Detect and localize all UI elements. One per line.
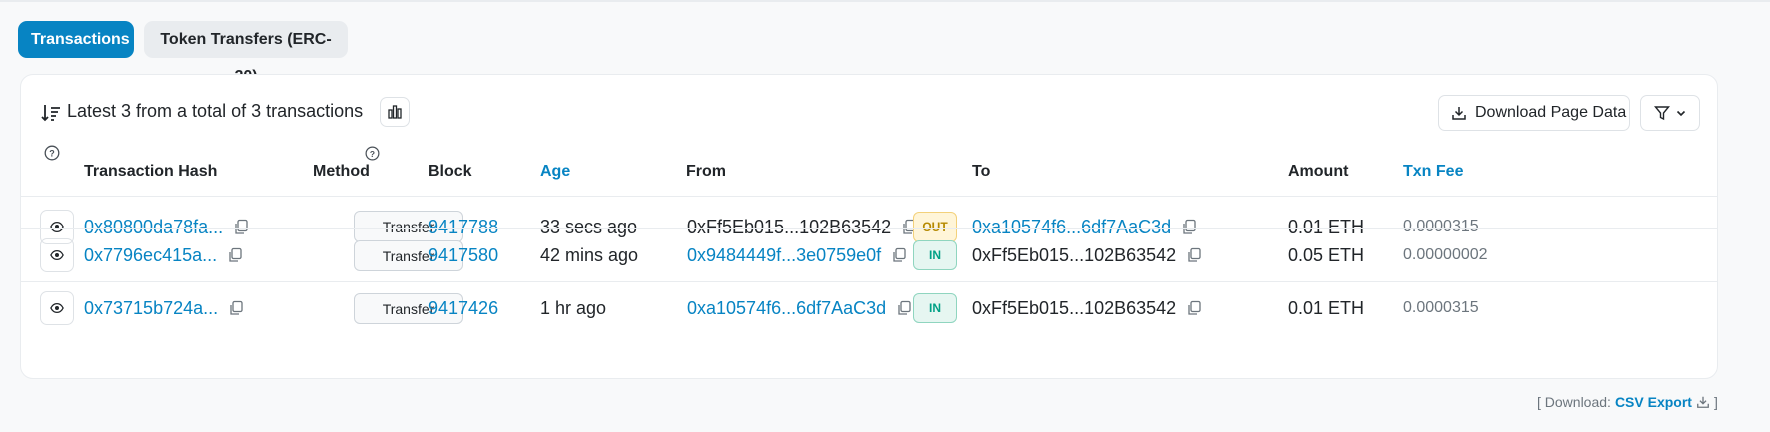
copy-icon[interactable] [227, 247, 243, 263]
transactions-summary: Latest 3 from a total of 3 transactions [67, 101, 364, 121]
card-header: Latest 3 from a total of 3 transactions … [21, 75, 1717, 155]
age-text: 1 hr ago [540, 297, 607, 318]
tab-token-transfers[interactable]: Token Transfers (ERC-20) [144, 21, 348, 85]
amount-text: 0.05 ETH [1288, 244, 1365, 265]
copy-icon[interactable] [1186, 247, 1202, 263]
amount-text: 0.01 ETH [1288, 297, 1365, 318]
table-row: 0x73715b724a... Transfer 9417426 1 hr ag… [20, 282, 1718, 334]
svg-text:?: ? [49, 149, 55, 159]
eye-icon [50, 249, 64, 261]
eye-icon [50, 302, 64, 314]
transaction-hash-link[interactable]: 0x73715b724a... [84, 298, 218, 319]
to-address: 0xFf5Eb015...102B63542 [972, 244, 1177, 265]
filter-icon [1654, 106, 1670, 121]
csv-export-link[interactable]: CSV Export [1615, 394, 1692, 410]
from-address-link[interactable]: 0xa10574f6...6df7AaC3d [687, 298, 886, 319]
bar-chart-icon [388, 105, 402, 119]
column-header-to: To [972, 163, 991, 180]
column-header-fee[interactable]: Txn Fee [1403, 163, 1463, 181]
fee-text: 0.00000002 [1403, 246, 1488, 263]
help-circle-icon[interactable]: ? [44, 145, 60, 161]
column-header-amount: Amount [1288, 163, 1349, 180]
filter-button[interactable] [1640, 95, 1700, 131]
footer-prefix: [ Download: [1537, 394, 1611, 410]
transaction-hash-link[interactable]: 0x7796ec415a... [84, 245, 217, 266]
to-address: 0xFf5Eb015...102B63542 [972, 297, 1177, 318]
view-details-button[interactable] [40, 291, 74, 325]
analytics-button[interactable] [380, 97, 410, 127]
from-address-link[interactable]: 0x9484449f...3e0759e0f [687, 245, 881, 266]
fee-text: 0.0000315 [1403, 299, 1479, 316]
sort-descending-icon[interactable] [40, 102, 62, 124]
footer-suffix: ] [1713, 394, 1718, 410]
download-label: Download Page Data [1475, 104, 1627, 121]
tab-bar: Transactions Token Transfers (ERC-20) [18, 21, 348, 85]
column-header-method: Method [313, 163, 370, 180]
view-details-button[interactable] [40, 238, 74, 272]
copy-icon[interactable] [228, 300, 244, 316]
table-row: 0x7796ec415a... Transfer 9417580 42 mins… [20, 229, 1718, 281]
block-link[interactable]: 9417580 [428, 245, 498, 266]
age-text: 42 mins ago [540, 244, 639, 265]
column-header-age[interactable]: Age [540, 163, 570, 181]
copy-icon[interactable] [891, 247, 907, 263]
method-info-icon[interactable]: ? [365, 146, 380, 161]
download-icon [1452, 107, 1466, 120]
chevron-down-icon [1676, 110, 1686, 117]
column-header-block: Block [428, 163, 472, 180]
direction-badge: IN [913, 293, 957, 323]
download-page-data-button[interactable]: Download Page Data [1438, 95, 1630, 131]
copy-icon[interactable] [896, 300, 912, 316]
tab-transactions[interactable]: Transactions [18, 21, 134, 58]
direction-badge: IN [913, 240, 957, 270]
column-header-hash: Transaction Hash [84, 163, 218, 180]
copy-icon[interactable] [1186, 300, 1202, 316]
column-header-from: From [686, 163, 726, 180]
top-divider [0, 0, 1770, 2]
block-link[interactable]: 9417426 [428, 298, 498, 319]
download-icon[interactable] [1696, 395, 1710, 409]
csv-download-footer: [ Download: CSV Export ] [1537, 394, 1718, 410]
svg-text:?: ? [370, 149, 375, 159]
